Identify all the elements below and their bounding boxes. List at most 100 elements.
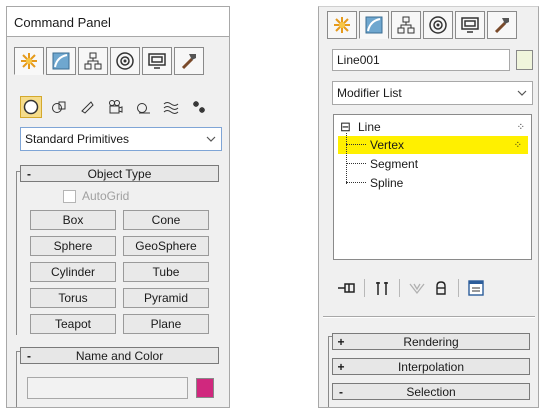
- lights-button[interactable]: [76, 96, 98, 118]
- shapes-button[interactable]: [48, 96, 70, 118]
- object-type-buttons: Box Cone Sphere GeoSphere Cylinder Tube …: [30, 210, 209, 334]
- cameras-icon: [109, 100, 123, 114]
- sphere-button[interactable]: Sphere: [30, 236, 116, 256]
- helpers-icon: [137, 103, 150, 114]
- display-tab[interactable]: [455, 11, 485, 39]
- name-color-rollout-header[interactable]: - Name and Color: [20, 347, 219, 364]
- stack-item-label: Line: [358, 120, 381, 134]
- box-button[interactable]: Box: [30, 210, 116, 230]
- collapse-box-icon[interactable]: ⊟: [340, 119, 354, 135]
- stack-item-spline[interactable]: Spline: [338, 174, 528, 192]
- object-name-input[interactable]: Line001: [332, 49, 510, 71]
- object-category-bar: [20, 96, 210, 118]
- hierarchy-icon: [84, 52, 102, 70]
- autogrid-label: AutoGrid: [82, 189, 130, 203]
- command-tabs: [14, 47, 204, 75]
- stack-item-label: Segment: [370, 157, 419, 171]
- cameras-button[interactable]: [104, 96, 126, 118]
- object-color-swatch[interactable]: [196, 378, 214, 398]
- motion-icon: [116, 52, 134, 70]
- object-type-rollout-header[interactable]: - Object Type: [20, 165, 219, 182]
- create-icon: [334, 17, 350, 33]
- tree-line: [346, 174, 366, 183]
- stack-item-line[interactable]: ⊟ Line ⁘: [340, 118, 528, 136]
- subobject-dots-icon: ⁘: [513, 139, 522, 151]
- panel-title: Command Panel: [7, 7, 229, 37]
- modify-tab[interactable]: [359, 11, 389, 39]
- chevron-down-icon: [201, 128, 221, 150]
- spacewarps-icon: [163, 102, 179, 114]
- category-dropdown[interactable]: Standard Primitives: [20, 127, 222, 151]
- create-tab[interactable]: [14, 47, 44, 75]
- create-tab[interactable]: [327, 11, 357, 39]
- motion-icon: [429, 16, 447, 34]
- pin-stack-icon: [338, 283, 355, 293]
- systems-button[interactable]: [188, 96, 210, 118]
- stack-item-label: Vertex: [370, 138, 405, 152]
- tree-line: [346, 155, 366, 164]
- object-name-field[interactable]: [27, 377, 188, 399]
- autogrid-checkbox[interactable]: [63, 189, 76, 203]
- modifier-stack: ⊟ Line ⁘ Vertex ⁘ Segment Spline: [333, 114, 532, 260]
- remove-modifier-button[interactable]: [429, 277, 453, 299]
- shapes-icon: [52, 101, 66, 113]
- teapot-button[interactable]: Teapot: [30, 314, 116, 334]
- selection-rollout-header[interactable]: - Selection: [332, 383, 530, 400]
- toolbar-divider: [364, 279, 365, 297]
- rendering-rollout-header[interactable]: + Rendering: [332, 333, 530, 350]
- modify-tab[interactable]: [46, 47, 76, 75]
- motion-tab[interactable]: [423, 11, 453, 39]
- configure-modifier-sets-button[interactable]: [464, 277, 488, 299]
- hierarchy-tab[interactable]: [391, 11, 421, 39]
- object-color-swatch[interactable]: [516, 50, 533, 70]
- geometry-button[interactable]: [20, 96, 42, 118]
- geometry-icon: [23, 99, 39, 115]
- pyramid-button[interactable]: Pyramid: [123, 288, 209, 308]
- remove-modifier-icon: [436, 281, 446, 295]
- hierarchy-tab[interactable]: [78, 47, 108, 75]
- cone-button[interactable]: Cone: [123, 210, 209, 230]
- display-icon: [461, 17, 479, 33]
- collapse-sign: -: [339, 384, 343, 399]
- stack-item-segment[interactable]: Segment: [338, 155, 528, 173]
- collapse-sign: -: [27, 348, 31, 363]
- utilities-tab[interactable]: [487, 11, 517, 39]
- interpolation-rollout-header[interactable]: + Interpolation: [332, 358, 530, 375]
- tree-vertical-line: [346, 133, 347, 184]
- lights-icon: [81, 101, 94, 114]
- configure-modifier-sets-icon: [468, 280, 484, 296]
- rollout-title: Selection: [406, 384, 456, 399]
- utilities-icon: [181, 54, 196, 70]
- show-end-result-button[interactable]: [370, 277, 394, 299]
- create-icon: [21, 53, 37, 69]
- panel-separator: [323, 316, 535, 318]
- utilities-tab[interactable]: [174, 47, 204, 75]
- motion-tab[interactable]: [110, 47, 140, 75]
- stack-item-vertex[interactable]: Vertex ⁘: [338, 136, 528, 154]
- make-unique-button[interactable]: [405, 277, 429, 299]
- spacewarps-button[interactable]: [160, 96, 182, 118]
- tube-button[interactable]: Tube: [123, 262, 209, 282]
- plane-button[interactable]: Plane: [123, 314, 209, 334]
- object-type-bracket: [16, 171, 24, 335]
- hierarchy-icon: [397, 16, 415, 34]
- collapse-sign: -: [27, 166, 31, 181]
- show-end-result-icon: [376, 282, 388, 295]
- modify-icon: [365, 16, 383, 34]
- display-tab[interactable]: [142, 47, 172, 75]
- make-unique-icon: [409, 283, 425, 295]
- rollout-title: Name and Color: [75, 348, 164, 363]
- geosphere-button[interactable]: GeoSphere: [123, 236, 209, 256]
- command-panel: Command Panel Standard Primitives - Obje…: [6, 6, 230, 408]
- modifier-list-label: Modifier List: [337, 86, 402, 100]
- chevron-down-icon: [512, 82, 532, 104]
- cylinder-button[interactable]: Cylinder: [30, 262, 116, 282]
- display-icon: [148, 53, 166, 69]
- torus-button[interactable]: Torus: [30, 288, 116, 308]
- modifier-list-dropdown[interactable]: Modifier List: [332, 81, 533, 105]
- helpers-button[interactable]: [132, 96, 154, 118]
- rollout-title: Rendering: [403, 334, 459, 349]
- autogrid-checkbox-row[interactable]: AutoGrid: [63, 189, 129, 203]
- utilities-icon: [494, 18, 509, 34]
- pin-stack-button[interactable]: [335, 277, 359, 299]
